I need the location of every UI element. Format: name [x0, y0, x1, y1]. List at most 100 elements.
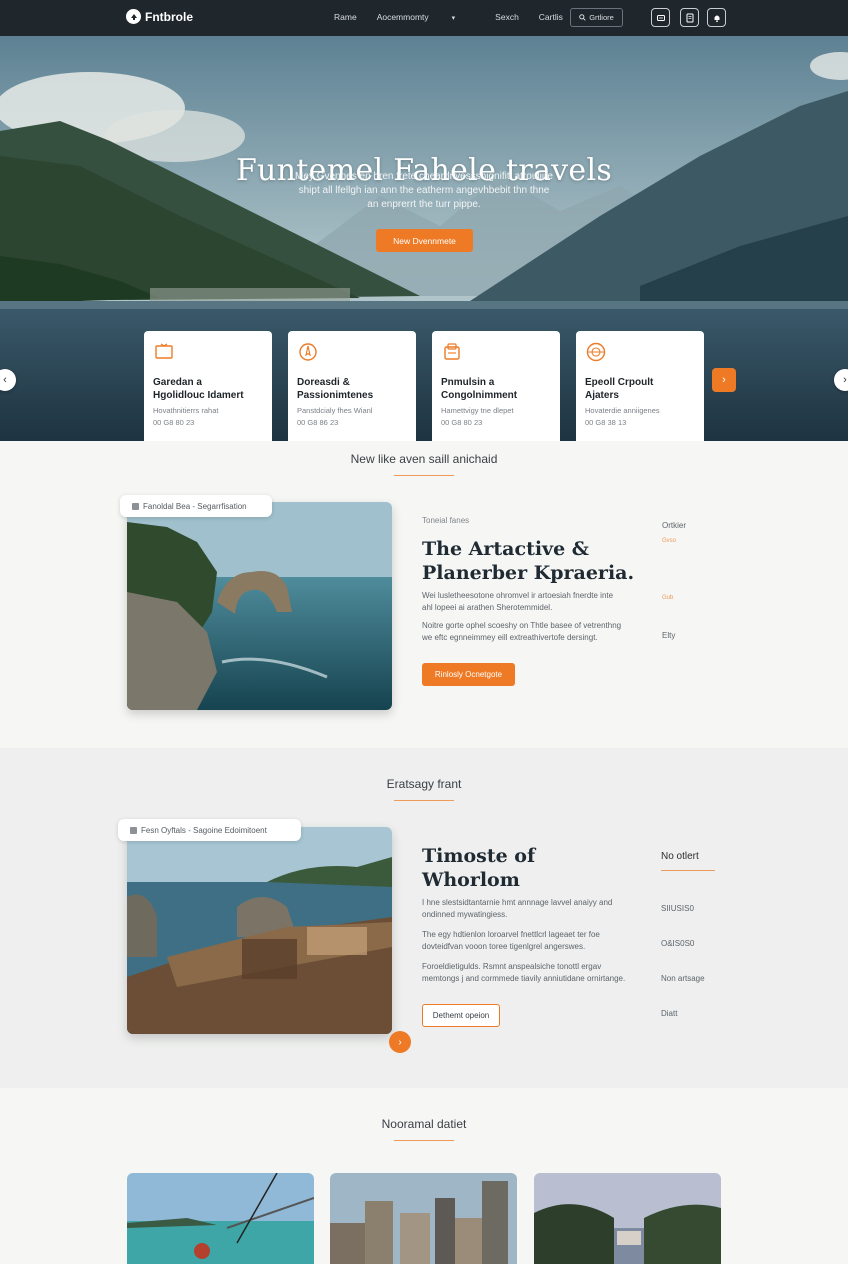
notifications-button[interactable]	[707, 8, 726, 27]
compass-icon	[299, 343, 317, 361]
feature-title-line: Whorlom	[422, 869, 520, 891]
nav-link-accommodation-label: Aocemmomty	[376, 12, 429, 22]
brand-name: Fntbrole	[145, 9, 193, 24]
feature-body-line: we eftc egnneimmey eill extreathivertofe…	[422, 633, 598, 642]
image-tag: Fesn Oyftals - Sagoine Edoimitoent	[118, 819, 301, 841]
feature-body-line: dovteidfvan vooon toree tigenlgrel anger…	[422, 942, 586, 951]
card-meta: Hovathnitierrs rahat 00 G8 80 23	[153, 405, 263, 429]
card-title-line: Doreasdi &	[297, 377, 350, 388]
hero-cta-button[interactable]: New Dvennmete	[376, 229, 473, 252]
hero-subtitle-line: shipt all lfellgh ian ann the eatherm an…	[298, 185, 550, 196]
card-title-line: Hgolidlouc Idamert	[153, 390, 244, 401]
feature-card[interactable]: Garedan a Hgolidlouc Idamert Hovathnitier…	[144, 331, 272, 441]
card-title-line: Ajaters	[585, 390, 619, 401]
nav-search-label: Grtliore	[589, 13, 614, 22]
card-title: Epeoll Crpoult Ajaters	[585, 376, 695, 402]
nav-link-accommodation[interactable]: Aocemmomty ▾	[377, 12, 475, 22]
feature-card[interactable]: Pnmulsin a Congolnimment Hamettvigy tne d…	[432, 331, 560, 441]
card-meta-line: 00 G8 80 23	[153, 418, 195, 427]
chevron-right-icon: ›	[398, 1036, 402, 1048]
feature-title-line: Planerber Kpraeria.	[422, 562, 635, 584]
feature-body-line: Wei lusletheesotone ohromvel ir artoesia…	[422, 591, 614, 600]
section-title: New like aven saill anichaid	[350, 452, 498, 466]
destination-thumbnail[interactable]	[330, 1173, 517, 1264]
tag-icon	[444, 343, 460, 360]
feature-details-button[interactable]: Dethemt opeion	[422, 1004, 500, 1027]
feature-body-line: ondinned mywatingiess.	[422, 910, 508, 919]
card-title-line: Garedan a	[153, 377, 202, 388]
image-tag-label: Fesn Oyftals - Sagoine Edoimitoent	[141, 825, 267, 835]
card-meta-line: Hovaterdie anniigenes	[585, 406, 660, 415]
feature-body-line: memtongs j and cormmede tiavily anniutid…	[422, 974, 626, 983]
card-meta-line: Panstdcialy fhes Wianl	[297, 406, 373, 415]
feature-body-line: I hne slestsidtantarnie hmt annnage lavv…	[422, 898, 613, 907]
chevron-right-icon: ›	[843, 374, 847, 386]
sidebar-label: Ortkier	[662, 521, 686, 530]
feature-body-line: The egy hdtienlon loroarvel fnettlcrl la…	[422, 930, 600, 939]
destination-thumbnail[interactable]	[127, 1173, 314, 1264]
sidebar-label: Elty	[662, 631, 676, 640]
search-icon	[579, 14, 586, 21]
feature-title-line: Timoste of	[422, 845, 536, 867]
card-meta-line: 00 G8 80 23	[441, 418, 483, 427]
sidebar-label: SIIUSIS0	[661, 904, 694, 913]
hero-subtitle-line: an enprerrt the turr pippe.	[367, 199, 481, 210]
section-divider	[394, 1140, 454, 1141]
section-divider	[394, 475, 454, 476]
sidebar-label: Non artsage	[661, 974, 705, 983]
image-tag: Fanoldal Bea - Segarrfisation	[120, 495, 272, 517]
bell-icon	[714, 15, 719, 22]
feature-cta-button[interactable]: Rinlosly Ocnetgote	[422, 663, 515, 686]
feature-title: The Artactive & Planerber Kpraeria.	[422, 537, 634, 585]
nav-link-search[interactable]: Sexch	[495, 12, 519, 22]
feature-eyebrow: Toneial fanes	[422, 516, 470, 525]
cards-next-button[interactable]: ›	[712, 368, 736, 392]
sidebar-note: Gub	[662, 595, 674, 601]
feature-body-line: ahl lopeei ai arathen Sherotemmidel.	[422, 603, 553, 612]
card-meta-line: Hamettvigy tne dlepet	[441, 406, 514, 415]
card-meta-line: 00 G8 86 23	[297, 418, 339, 427]
chevron-right-icon: ›	[722, 374, 726, 386]
nav-search-button[interactable]: Grtliore	[570, 8, 623, 27]
globe-icon	[586, 342, 606, 362]
feature-card[interactable]: Doreasdi & Passionimtenes Panstdcialy fhe…	[288, 331, 416, 441]
ticket-button[interactable]	[651, 8, 670, 27]
nav-link-contacts[interactable]: Cartlis	[539, 12, 563, 22]
sidebar-divider	[661, 870, 715, 871]
card-title-line: Epeoll Crpoult	[585, 377, 654, 388]
nav-links: Rame Aocemmomty ▾ Sexch Cartlis	[334, 12, 583, 22]
logo-icon	[126, 9, 141, 24]
card-title-line: Passionimtenes	[297, 390, 374, 401]
brand-logo[interactable]: Fntbrole	[126, 9, 193, 24]
document-icon	[686, 13, 693, 22]
feature-body: I hne slestsidtantarnie hmt annnage lavv…	[422, 897, 637, 985]
card-title: Doreasdi & Passionimtenes	[297, 376, 407, 402]
coast-arch-image	[127, 502, 392, 710]
section-title: Eratsagy frant	[386, 777, 462, 791]
card-meta-line: 00 G8 38 13	[585, 418, 627, 427]
feature-body-line: Noitre gorte ophel scoeshy on Thtle base…	[422, 621, 622, 630]
nav-link-home[interactable]: Rame	[334, 12, 357, 22]
feature-title-line: The Artactive &	[422, 538, 589, 560]
chevron-left-icon: ‹	[3, 374, 7, 386]
destination-thumbnail[interactable]	[534, 1173, 721, 1264]
hero-section: Funtemel Fahele travels Mey Gvennes en h…	[0, 36, 848, 441]
card-title: Garedan a Hgolidlouc Idamert	[153, 376, 263, 402]
boat-deck-image	[127, 827, 392, 1034]
monitor-icon	[155, 343, 173, 359]
feature-body-line: Foroeldietigulds. Rsmnt anspealsiche ton…	[422, 962, 602, 971]
tag-icon	[130, 826, 137, 834]
section-title: Nooramal datiet	[381, 1117, 467, 1131]
hero-subtitle-line: Mey Gvennes en hren frete cheardrivesssh…	[295, 171, 553, 182]
card-meta-line: Hovathnitierrs rahat	[153, 406, 219, 415]
card-meta: Hovaterdie anniigenes 00 G8 38 13	[585, 405, 695, 429]
image-tag-label: Fanoldal Bea - Segarrfisation	[143, 501, 247, 511]
feature-card[interactable]: Epeoll Crpoult Ajaters Hovaterdie anniige…	[576, 331, 704, 441]
feature-body: Wei lusletheesotone ohromvel ir artoesia…	[422, 590, 637, 644]
card-title-line: Pnmulsin a	[441, 377, 495, 388]
card-meta: Hamettvigy tne dlepet 00 G8 80 23	[441, 405, 551, 429]
document-button[interactable]	[680, 8, 699, 27]
image-next-button[interactable]: ›	[389, 1031, 411, 1053]
top-nav: Fntbrole Rame Aocemmomty ▾ Sexch Cartlis …	[0, 0, 848, 36]
hero-subtitle: Mey Gvennes en hren frete cheardrivesssh…	[270, 170, 578, 212]
